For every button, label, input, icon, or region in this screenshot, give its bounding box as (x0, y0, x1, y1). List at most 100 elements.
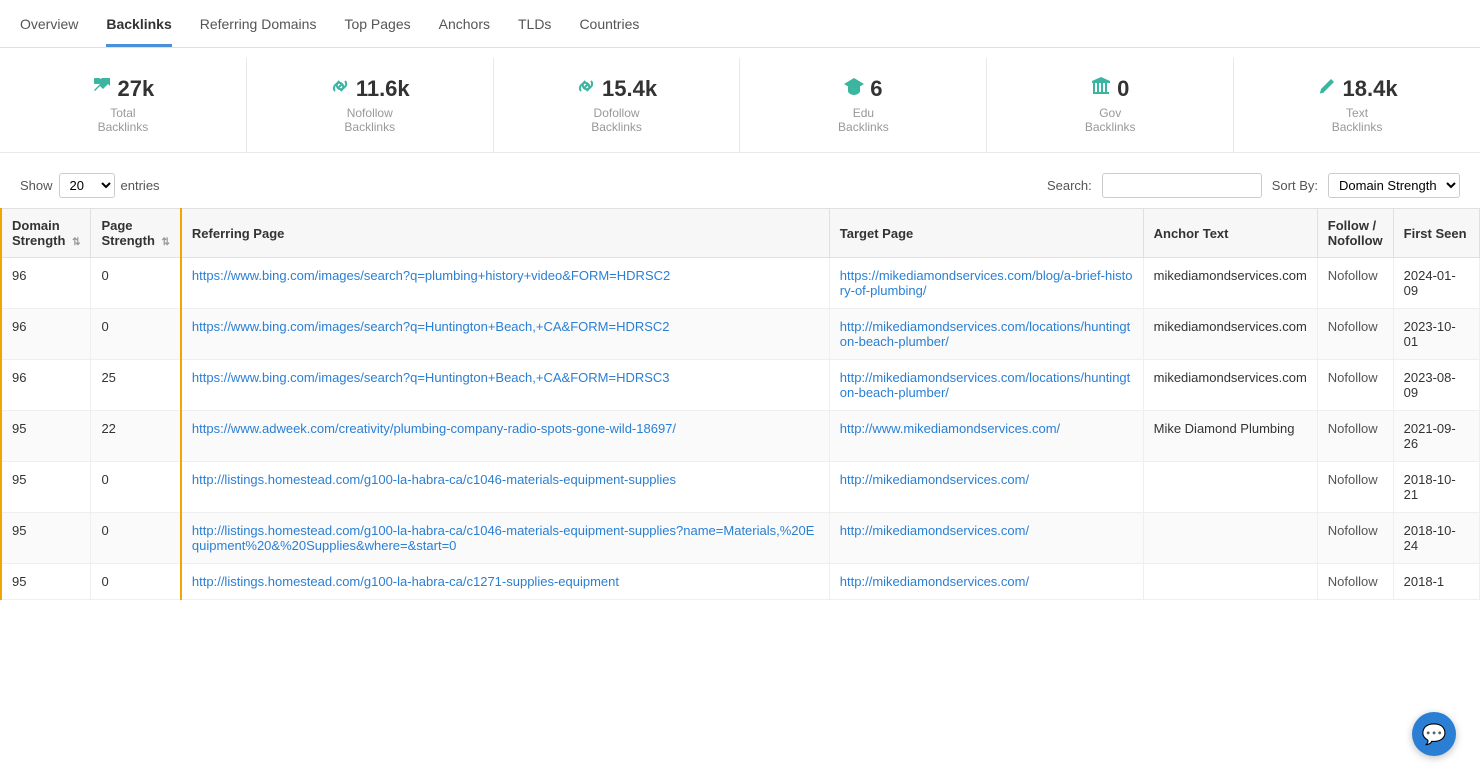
link-4-2[interactable]: http://listings.homestead.com/g100-la-ha… (192, 472, 676, 487)
stat-card-5: 18.4k TextBacklinks (1234, 58, 1480, 152)
entries-select[interactable]: 102050100 (59, 173, 115, 198)
link-0-3[interactable]: https://mikediamondservices.com/blog/a-b… (840, 268, 1133, 298)
table-cell-0-3[interactable]: https://mikediamondservices.com/blog/a-b… (829, 258, 1143, 309)
stats-row: 27k TotalBacklinks 11.6k NofollowBacklin… (0, 58, 1480, 153)
table-cell-5-3[interactable]: http://mikediamondservices.com/ (829, 513, 1143, 564)
sort-icon: ⇅ (162, 237, 170, 248)
table-cell-6-1: 0 (91, 564, 181, 600)
table-cell-1-2[interactable]: https://www.bing.com/images/search?q=Hun… (181, 309, 829, 360)
table-cell-0-4: mikediamondservices.com (1143, 258, 1317, 309)
stat-label: DofollowBacklinks (591, 106, 642, 134)
link-5-3[interactable]: http://mikediamondservices.com/ (840, 523, 1029, 538)
link-3-2[interactable]: https://www.adweek.com/creativity/plumbi… (192, 421, 676, 436)
table-cell-0-0: 96 (1, 258, 91, 309)
table-cell-1-6: 2023-10-01 (1393, 309, 1479, 360)
table-cell-1-3[interactable]: http://mikediamondservices.com/locations… (829, 309, 1143, 360)
backlinks-table-wrap: DomainStrength ⇅PageStrength ⇅Referring … (0, 208, 1480, 610)
link-2-3[interactable]: http://mikediamondservices.com/locations… (840, 370, 1130, 400)
table-cell-4-2[interactable]: http://listings.homestead.com/g100-la-ha… (181, 462, 829, 513)
table-cell-2-4: mikediamondservices.com (1143, 360, 1317, 411)
stat-value: 0 (1091, 76, 1129, 102)
table-row: 9625https://www.bing.com/images/search?q… (1, 360, 1480, 411)
link-3-3[interactable]: http://www.mikediamondservices.com/ (840, 421, 1060, 436)
col-header-5[interactable]: Follow /Nofollow (1317, 209, 1393, 258)
sort-label: Sort By: (1272, 178, 1318, 193)
table-row: 9522https://www.adweek.com/creativity/pl… (1, 411, 1480, 462)
stat-label: GovBacklinks (1085, 106, 1136, 134)
table-cell-2-3[interactable]: http://mikediamondservices.com/locations… (829, 360, 1143, 411)
table-cell-1-4: mikediamondservices.com (1143, 309, 1317, 360)
table-cell-6-6: 2018-1 (1393, 564, 1479, 600)
link-1-3[interactable]: http://mikediamondservices.com/locations… (840, 319, 1130, 349)
table-cell-2-2[interactable]: https://www.bing.com/images/search?q=Hun… (181, 360, 829, 411)
table-cell-3-2[interactable]: https://www.adweek.com/creativity/plumbi… (181, 411, 829, 462)
table-cell-4-6: 2018-10-21 (1393, 462, 1479, 513)
show-label: Show (20, 178, 53, 193)
tab-backlinks[interactable]: Backlinks (106, 0, 171, 47)
col-header-2[interactable]: Referring Page (181, 209, 829, 258)
controls-row: Show 102050100 entries Search: Sort By: … (0, 163, 1480, 208)
table-cell-6-4 (1143, 564, 1317, 600)
table-cell-5-4 (1143, 513, 1317, 564)
link-2-2[interactable]: https://www.bing.com/images/search?q=Hun… (192, 370, 670, 385)
table-cell-1-0: 96 (1, 309, 91, 360)
search-label: Search: (1047, 178, 1092, 193)
table-row: 960https://www.bing.com/images/search?q=… (1, 309, 1480, 360)
table-cell-0-5: Nofollow (1317, 258, 1393, 309)
table-cell-4-5: Nofollow (1317, 462, 1393, 513)
sort-icon: ⇅ (72, 237, 80, 248)
stat-label: EduBacklinks (838, 106, 889, 134)
table-cell-4-0: 95 (1, 462, 91, 513)
stat-icon (92, 76, 112, 102)
table-cell-5-6: 2018-10-24 (1393, 513, 1479, 564)
table-cell-4-4 (1143, 462, 1317, 513)
tab-overview[interactable]: Overview (20, 0, 78, 47)
table-cell-3-5: Nofollow (1317, 411, 1393, 462)
table-cell-0-2[interactable]: https://www.bing.com/images/search?q=plu… (181, 258, 829, 309)
stat-label: NofollowBacklinks (344, 106, 395, 134)
entries-label: entries (121, 178, 160, 193)
stat-number: 6 (870, 76, 882, 102)
stat-icon (1091, 76, 1111, 102)
stat-icon (844, 76, 864, 102)
stat-card-3: 6 EduBacklinks (740, 58, 987, 152)
tab-countries[interactable]: Countries (579, 0, 639, 47)
search-input[interactable] (1102, 173, 1262, 198)
stat-card-4: 0 GovBacklinks (987, 58, 1234, 152)
table-cell-3-0: 95 (1, 411, 91, 462)
table-cell-2-6: 2023-08-09 (1393, 360, 1479, 411)
col-header-6[interactable]: First Seen (1393, 209, 1479, 258)
table-cell-2-0: 96 (1, 360, 91, 411)
backlinks-table: DomainStrength ⇅PageStrength ⇅Referring … (0, 208, 1480, 600)
stat-value: 18.4k (1317, 76, 1398, 102)
col-header-0[interactable]: DomainStrength ⇅ (1, 209, 91, 258)
table-row: 950http://listings.homestead.com/g100-la… (1, 564, 1480, 600)
link-1-2[interactable]: https://www.bing.com/images/search?q=Hun… (192, 319, 670, 334)
stat-value: 11.6k (330, 76, 410, 102)
table-cell-4-3[interactable]: http://mikediamondservices.com/ (829, 462, 1143, 513)
chat-button[interactable]: 💬 (1412, 712, 1456, 756)
link-4-3[interactable]: http://mikediamondservices.com/ (840, 472, 1029, 487)
stat-card-2: 15.4k DofollowBacklinks (494, 58, 741, 152)
stat-value: 15.4k (576, 76, 657, 102)
tab-top-pages[interactable]: Top Pages (344, 0, 410, 47)
col-header-3[interactable]: Target Page (829, 209, 1143, 258)
table-cell-6-3[interactable]: http://mikediamondservices.com/ (829, 564, 1143, 600)
tab-tlds[interactable]: TLDs (518, 0, 551, 47)
tab-anchors[interactable]: Anchors (439, 0, 490, 47)
stat-label: TextBacklinks (1332, 106, 1383, 134)
table-cell-3-3[interactable]: http://www.mikediamondservices.com/ (829, 411, 1143, 462)
table-cell-6-2[interactable]: http://listings.homestead.com/g100-la-ha… (181, 564, 829, 600)
stat-icon (330, 76, 350, 102)
table-cell-2-5: Nofollow (1317, 360, 1393, 411)
link-0-2[interactable]: https://www.bing.com/images/search?q=plu… (192, 268, 670, 283)
col-header-4[interactable]: Anchor Text (1143, 209, 1317, 258)
col-header-1[interactable]: PageStrength ⇅ (91, 209, 181, 258)
tab-referring-domains[interactable]: Referring Domains (200, 0, 317, 47)
link-5-2[interactable]: http://listings.homestead.com/g100-la-ha… (192, 523, 815, 553)
link-6-3[interactable]: http://mikediamondservices.com/ (840, 574, 1029, 589)
link-6-2[interactable]: http://listings.homestead.com/g100-la-ha… (192, 574, 619, 589)
table-cell-5-2[interactable]: http://listings.homestead.com/g100-la-ha… (181, 513, 829, 564)
sort-select[interactable]: Domain StrengthPage StrengthFirst Seen (1328, 173, 1460, 198)
table-cell-3-4: Mike Diamond Plumbing (1143, 411, 1317, 462)
